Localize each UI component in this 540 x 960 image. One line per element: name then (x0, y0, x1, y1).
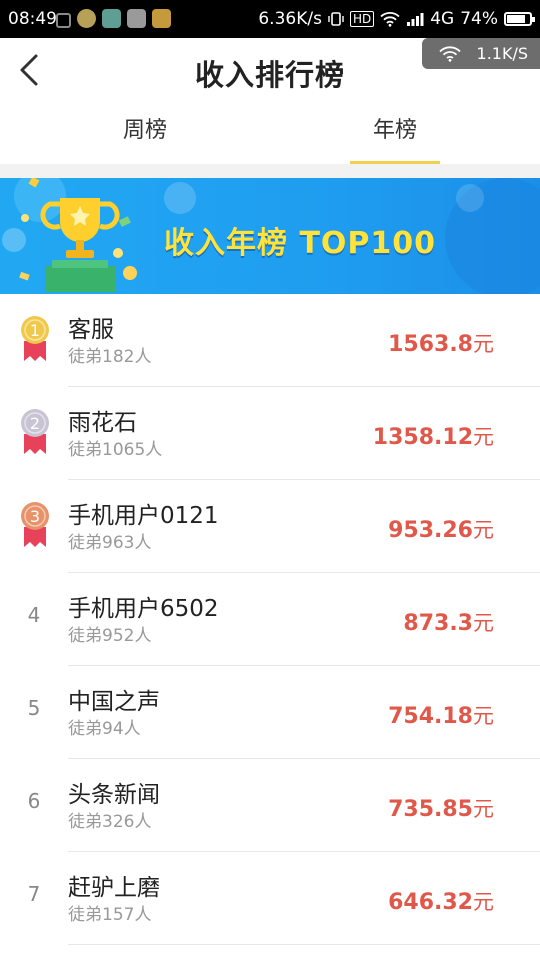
rank-number: 4 (27, 603, 41, 627)
rank-number: 1 (30, 321, 40, 340)
ranking-row[interactable]: 3 手机用户0121 徒弟963人 953.26元 (0, 480, 540, 573)
amount-value: 754.18 (388, 704, 473, 729)
user-name: 雨花石 (68, 410, 137, 436)
income-amount: 646.32元 (388, 886, 494, 916)
signal-icon (407, 13, 424, 26)
user-name: 赶驴上磨 (68, 875, 160, 901)
income-amount: 754.18元 (388, 700, 494, 730)
user-name: 手机用户6502 (68, 596, 219, 622)
status-right: 6.36K/s HD 4G 74% (258, 9, 535, 29)
ranking-banner: 收入年榜 TOP100 (0, 178, 540, 294)
overlay-speed: 1.1K/S (476, 44, 528, 63)
currency-unit: 元 (473, 704, 494, 728)
banner-title: 收入年榜 TOP100 (164, 226, 437, 261)
income-amount: 953.26元 (388, 514, 494, 544)
ranking-row[interactable]: 2 雨花石徒弟1065人 1358.12元 (0, 387, 540, 480)
currency-unit: 元 (473, 518, 494, 542)
network-type: 4G (430, 9, 455, 29)
trophy-icon (40, 198, 120, 292)
currency-unit: 元 (473, 425, 494, 449)
rank-number: 6 (27, 789, 41, 813)
user-name: 中国之声 (68, 689, 160, 715)
user-name: 客服 (68, 317, 114, 343)
income-amount: 873.3元 (403, 607, 494, 637)
rank-number: 2 (30, 414, 40, 433)
amount-value: 1358.12 (372, 425, 473, 450)
amount-value: 873.3 (403, 611, 473, 636)
disciple-count: 徒弟952人 (68, 626, 152, 646)
wifi-icon (380, 12, 400, 27)
rank-number: 3 (30, 507, 40, 526)
currency-unit: 元 (473, 332, 494, 356)
ranking-row[interactable]: 4 手机用户6502 徒弟952人 873.3元 (0, 573, 540, 666)
disciple-count: 徒弟963人 (68, 533, 152, 553)
currency-unit: 元 (473, 797, 494, 821)
user-name: 头条新闻 (68, 782, 160, 808)
ranking-row[interactable]: 1 客服徒弟182人 1563.8元 (0, 294, 540, 387)
battery-icon (504, 12, 535, 26)
amount-value: 1563.8 (388, 332, 473, 357)
rank-number: 7 (27, 882, 41, 906)
hd-badge: HD (349, 11, 375, 27)
battery-percent: 74% (460, 9, 498, 29)
amount-value: 953.26 (388, 518, 473, 543)
disciple-count: 徒弟1065人 (68, 440, 163, 460)
ranking-row[interactable]: 6 头条新闻徒弟326人 735.85元 (0, 759, 540, 852)
download-icon (127, 9, 146, 28)
disciple-count: 徒弟326人 (68, 812, 152, 832)
currency-unit: 元 (473, 890, 494, 914)
tab-weekly[interactable]: 周榜 (100, 102, 190, 164)
amount-value: 735.85 (388, 797, 473, 822)
tab-bar: 周榜 年榜 (0, 102, 540, 164)
silver-medal-icon: 2 (21, 409, 49, 454)
disciple-count: 徒弟94人 (68, 719, 141, 739)
app-notification-icon (102, 9, 121, 28)
income-amount: 735.85元 (388, 793, 494, 823)
bronze-medal-icon: 3 (21, 502, 49, 547)
divider (0, 164, 540, 178)
tab-yearly[interactable]: 年榜 (350, 102, 440, 164)
app-notification-icon (152, 9, 171, 28)
lock-icon (56, 13, 71, 28)
status-bar: 08:49 6.36K/s HD 4G 74% (0, 0, 540, 38)
wifi-icon (438, 45, 461, 62)
user-name: 手机用户0121 (68, 503, 219, 529)
ranking-list: 1 客服 徒弟182人 1563.8元 2 雨花石 徒弟1065人 1358.12元 3 手机用户… (0, 294, 540, 945)
currency-unit: 元 (473, 611, 494, 635)
app-notification-icon (77, 9, 96, 28)
ranking-row[interactable]: 5 中国之声徒弟94人 754.18元 (0, 666, 540, 759)
amount-value: 646.32 (388, 890, 473, 915)
ranking-row[interactable]: 7 赶驴上磨徒弟157人 646.32元 (0, 852, 540, 945)
status-time: 08:49 (8, 9, 57, 29)
income-amount: 1563.8元 (388, 328, 494, 358)
title-bar: 收入排行榜 1.1K/S (0, 38, 540, 102)
notification-icons (56, 9, 171, 28)
vibrate-icon (328, 12, 344, 26)
net-speed: 6.36K/s (258, 9, 322, 29)
income-amount: 1358.12元 (373, 421, 494, 451)
network-speed-overlay: 1.1K/S (422, 38, 540, 69)
disciple-count: 徒弟182人 (68, 347, 152, 367)
disciple-count: 徒弟157人 (68, 905, 152, 925)
rank-number: 5 (27, 696, 41, 720)
gold-medal-icon: 1 (21, 316, 49, 361)
